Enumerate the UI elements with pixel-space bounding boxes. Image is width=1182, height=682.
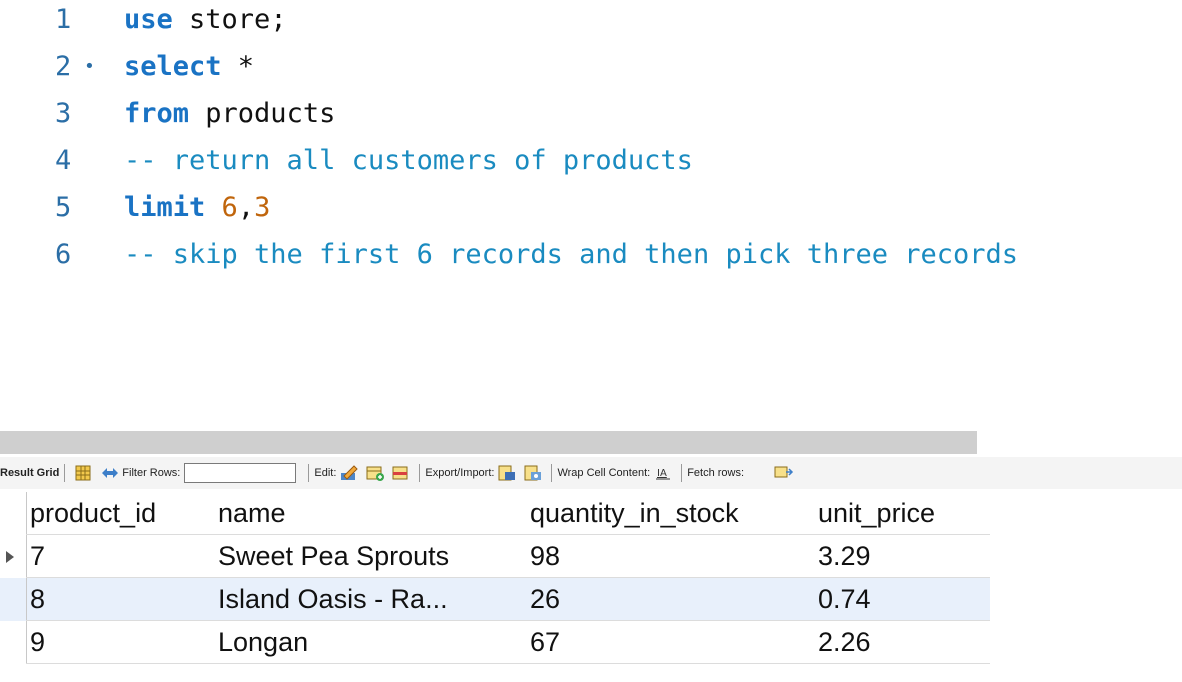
add-row-icon[interactable]	[364, 464, 386, 482]
result-grid-label[interactable]: Result Grid	[0, 467, 59, 479]
import-icon[interactable]	[522, 464, 544, 482]
sql-keyword: limit	[124, 192, 206, 223]
sql-number: 3	[254, 192, 271, 223]
wrap-cell-label: Wrap Cell Content:	[557, 467, 651, 479]
code-text: select *	[124, 47, 254, 87]
sql-keyword: from	[124, 98, 190, 129]
line-number: 3	[55, 98, 72, 129]
sql-comment: -- skip the first 6 records and then pic…	[124, 239, 1019, 270]
result-grid[interactable]: product_id name quantity_in_stock unit_pric…	[0, 492, 990, 664]
grid-view-icon[interactable]	[72, 464, 94, 482]
line-number: 5	[55, 192, 72, 223]
grid-cell[interactable]: Sweet Pea Sprouts	[218, 535, 518, 578]
filter-rows-label: Filter Rows:	[122, 467, 181, 479]
sql-token: *	[221, 51, 255, 82]
toolbar-divider	[419, 464, 421, 482]
current-row-arrow-icon	[6, 551, 14, 563]
column-header-quantity-in-stock[interactable]: quantity_in_stock	[530, 492, 800, 535]
grid-cell[interactable]: Longan	[218, 621, 518, 664]
export-import-label: Export/Import:	[425, 467, 495, 479]
toolbar-divider	[551, 464, 553, 482]
column-header-name[interactable]: name	[218, 492, 518, 535]
horizontal-scrollbar[interactable]	[0, 431, 977, 454]
svg-text:IA: IA	[657, 468, 667, 479]
wrap-text-icon[interactable]: IA	[652, 464, 674, 482]
code-text: use store;	[124, 0, 287, 40]
grid-cell[interactable]: 0.74	[818, 578, 988, 621]
code-text: limit 6,3	[124, 188, 270, 228]
line-number: 6	[55, 239, 72, 270]
toolbar-divider	[681, 464, 683, 482]
grid-cell[interactable]: 2.26	[818, 621, 988, 664]
grid-cell[interactable]: 9	[30, 621, 200, 664]
sql-number: 6	[221, 192, 238, 223]
fetch-rows-icon[interactable]	[772, 464, 794, 482]
refresh-arrows-icon[interactable]	[98, 464, 120, 482]
pencil-edit-icon[interactable]	[338, 464, 360, 482]
sql-keyword: select	[124, 51, 222, 82]
row-indicator[interactable]	[0, 535, 27, 578]
sql-keyword: use	[124, 4, 173, 35]
grid-cell[interactable]: 7	[30, 535, 200, 578]
grid-cell[interactable]: 98	[530, 535, 800, 578]
toolbar-divider	[308, 464, 310, 482]
result-toolbar: Result Grid Filter Rows: Edit: Export/Im…	[0, 457, 1182, 489]
sql-comment: -- return all customers of products	[124, 145, 693, 176]
sql-token: products	[189, 98, 336, 129]
grid-cell[interactable]: 8	[30, 578, 200, 621]
row-indicator[interactable]	[0, 578, 27, 621]
dot-icon[interactable]: •	[84, 47, 95, 87]
sql-token: store;	[172, 4, 287, 35]
delete-row-icon[interactable]	[390, 464, 412, 482]
table-row[interactable]: 8 Island Oasis - Ra... 26 0.74	[0, 578, 990, 621]
sql-token: ,	[237, 192, 255, 223]
edit-label: Edit:	[314, 467, 337, 479]
toolbar-divider	[64, 464, 66, 482]
line-number: 4	[55, 145, 72, 176]
export-icon[interactable]	[496, 464, 518, 482]
code-text: -- return all customers of products	[124, 141, 693, 181]
sql-editor[interactable]: 1 use store; 2 • select * 3 from products 4 -- r…	[0, 0, 1182, 290]
row-indicator[interactable]	[0, 621, 27, 664]
row-indicator	[0, 492, 27, 535]
grid-cell[interactable]: Island Oasis - Ra...	[218, 578, 518, 621]
grid-cell[interactable]: 26	[530, 578, 800, 621]
column-header-product-id[interactable]: product_id	[30, 492, 200, 535]
grid-cell[interactable]: 67	[530, 621, 800, 664]
table-row[interactable]: 9 Longan 67 2.26	[0, 621, 990, 664]
table-row[interactable]: 7 Sweet Pea Sprouts 98 3.29	[0, 535, 990, 578]
grid-header-row: product_id name quantity_in_stock unit_pric…	[0, 492, 990, 535]
code-text: from products	[124, 94, 335, 134]
code-text: -- skip the first 6 records and then pic…	[124, 235, 1018, 275]
column-header-unit-price[interactable]: unit_price	[818, 492, 988, 535]
grid-divider	[26, 663, 990, 664]
filter-rows-input[interactable]	[184, 463, 297, 483]
fetch-rows-label: Fetch rows:	[687, 467, 745, 479]
grid-cell[interactable]: 3.29	[818, 535, 988, 578]
line-number: 1	[55, 4, 72, 35]
